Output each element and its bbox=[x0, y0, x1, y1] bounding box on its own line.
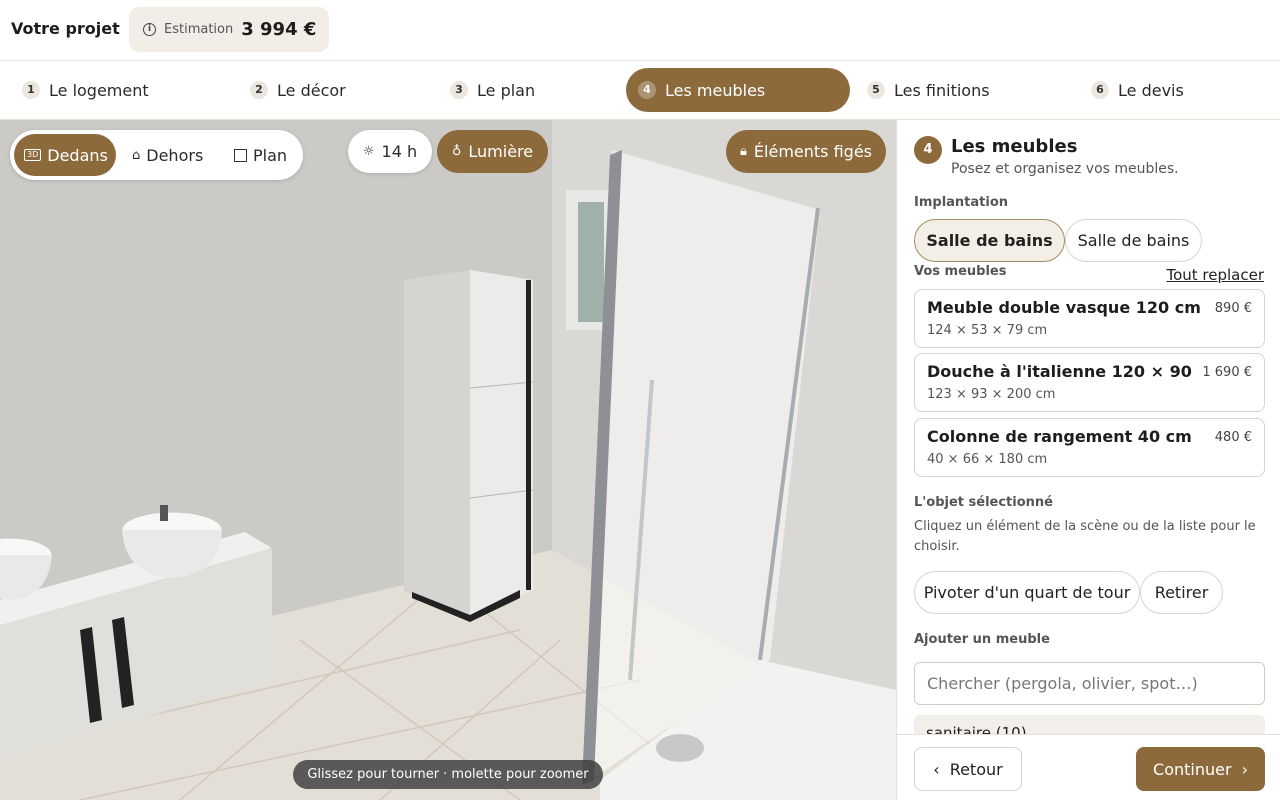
panel-step-number: 4 bbox=[914, 136, 942, 164]
view-label: Dehors bbox=[146, 145, 204, 165]
step-number: 2 bbox=[250, 81, 268, 99]
estimate-value: 3 994 € bbox=[241, 19, 317, 40]
selected-object-help: Cliquez un élément de la scène ou de la … bbox=[914, 519, 1256, 554]
view-outside-button[interactable]: ⌂ Dehors bbox=[122, 134, 220, 176]
item-dimensions: 40 × 66 × 180 cm bbox=[927, 452, 1048, 467]
house-icon: ⌂ bbox=[132, 147, 141, 163]
step-number: 4 bbox=[638, 81, 656, 99]
continue-label: Continuer bbox=[1153, 759, 1232, 779]
step-number: 3 bbox=[450, 81, 468, 99]
item-dimensions: 124 × 53 × 79 cm bbox=[927, 323, 1048, 338]
step-label: Le plan bbox=[477, 80, 536, 100]
light-label: Lumière bbox=[468, 142, 534, 161]
3d-icon: 3D bbox=[24, 149, 42, 161]
item-name: Meuble double vasque 120 cm bbox=[927, 298, 1201, 317]
panel-footer: ‹ Retour Continuer › bbox=[896, 734, 1280, 800]
chevron-left-icon: ‹ bbox=[933, 759, 940, 779]
chevron-right-icon: › bbox=[1241, 759, 1248, 779]
step-nav: 1 Le logement 2 Le décor 3 Le plan 4 Les… bbox=[0, 61, 1280, 120]
bulb-icon: ♁ bbox=[451, 144, 462, 159]
step-number: 6 bbox=[1091, 81, 1109, 99]
estimate-label: Estimation bbox=[164, 22, 234, 37]
project-title: Votre projet bbox=[11, 19, 120, 38]
add-furniture-label: Ajouter un meuble bbox=[914, 632, 1050, 647]
view-plan-button[interactable]: Plan bbox=[224, 134, 298, 176]
furniture-item[interactable]: Douche à l'italienne 120 × 90 1 690 € 12… bbox=[914, 353, 1265, 412]
furniture-item[interactable]: Colonne de rangement 40 cm 480 € 40 × 66… bbox=[914, 418, 1265, 477]
back-button[interactable]: ‹ Retour bbox=[914, 747, 1022, 791]
plan-icon bbox=[234, 148, 247, 162]
view-label: Dedans bbox=[47, 145, 108, 165]
estimate-badge[interactable]: i Estimation 3 994 € bbox=[129, 7, 329, 52]
furniture-panel: 4 Les meubles Posez et organisez vos meu… bbox=[896, 120, 1280, 734]
step-decor[interactable]: 2 Le décor bbox=[238, 68, 428, 112]
layout-option-selected[interactable]: Salle de bains bbox=[914, 219, 1065, 262]
furniture-label: Vos meubles bbox=[914, 264, 1007, 279]
item-name: Colonne de rangement 40 cm bbox=[927, 427, 1192, 446]
time-of-day-button[interactable]: ☼ 14 h bbox=[348, 130, 432, 173]
step-label: Les meubles bbox=[665, 80, 766, 100]
top-header: Votre projet i Estimation 3 994 € bbox=[0, 0, 1280, 61]
item-dimensions: 123 × 93 × 200 cm bbox=[927, 387, 1056, 402]
back-label: Retour bbox=[949, 759, 1003, 779]
sun-icon: ☼ bbox=[362, 144, 375, 159]
info-icon: i bbox=[143, 23, 156, 36]
continue-button[interactable]: Continuer › bbox=[1136, 747, 1265, 791]
step-number: 5 bbox=[867, 81, 885, 99]
lock-icon: 🔒︎ bbox=[740, 144, 747, 159]
furniture-item[interactable]: Meuble double vasque 120 cm 890 € 124 × … bbox=[914, 289, 1265, 348]
navigation-hint: Glissez pour tourner · molette pour zoom… bbox=[293, 760, 603, 789]
view-mode-switch: 3D Dedans ⌂ Dehors Plan bbox=[10, 130, 303, 180]
step-label: Le décor bbox=[277, 80, 346, 100]
3d-viewport[interactable]: 3D Dedans ⌂ Dehors Plan ☼ 14 h ♁ Lumière… bbox=[0, 120, 896, 800]
layout-option[interactable]: Salle de bains bbox=[1065, 219, 1202, 262]
window-pane bbox=[578, 202, 604, 322]
item-price: 480 € bbox=[1214, 430, 1252, 445]
time-label: 14 h bbox=[381, 142, 418, 161]
layout-label: Implantation bbox=[914, 195, 1009, 210]
replace-all-link[interactable]: Tout replacer bbox=[1166, 266, 1264, 284]
step-finitions[interactable]: 5 Les finitions bbox=[855, 68, 1055, 112]
bathroom-scene[interactable] bbox=[0, 120, 896, 800]
furniture-search-input[interactable] bbox=[914, 662, 1265, 705]
panel-subtitle: Posez et organisez vos meubles. bbox=[951, 161, 1179, 177]
column-side bbox=[404, 270, 470, 615]
panel-title: Les meubles bbox=[951, 136, 1078, 157]
step-meubles[interactable]: 4 Les meubles bbox=[626, 68, 850, 112]
lock-label: Éléments figés bbox=[753, 142, 872, 161]
step-label: Les finitions bbox=[894, 80, 990, 100]
item-price: 1 690 € bbox=[1202, 365, 1252, 380]
step-plan[interactable]: 3 Le plan bbox=[438, 68, 608, 112]
view-inside-button[interactable]: 3D Dedans bbox=[14, 134, 116, 176]
view-label: Plan bbox=[253, 145, 288, 165]
step-logement[interactable]: 1 Le logement bbox=[10, 68, 210, 112]
step-number: 1 bbox=[22, 81, 40, 99]
rotate-button[interactable]: Pivoter d'un quart de tour bbox=[914, 571, 1140, 614]
step-label: Le devis bbox=[1118, 80, 1184, 100]
light-button[interactable]: ♁ Lumière bbox=[437, 130, 548, 173]
remove-button[interactable]: Retirer bbox=[1140, 571, 1223, 614]
item-name: Douche à l'italienne 120 × 90 bbox=[927, 362, 1192, 381]
item-price: 890 € bbox=[1214, 301, 1252, 316]
category-row[interactable]: sanitaire (10) bbox=[914, 715, 1265, 734]
step-label: Le logement bbox=[49, 80, 149, 100]
lock-elements-button[interactable]: 🔒︎ Éléments figés bbox=[726, 130, 886, 173]
step-devis[interactable]: 6 Le devis bbox=[1079, 68, 1259, 112]
column-front bbox=[470, 270, 533, 615]
selected-object-label: L'objet sélectionné bbox=[914, 495, 1053, 510]
